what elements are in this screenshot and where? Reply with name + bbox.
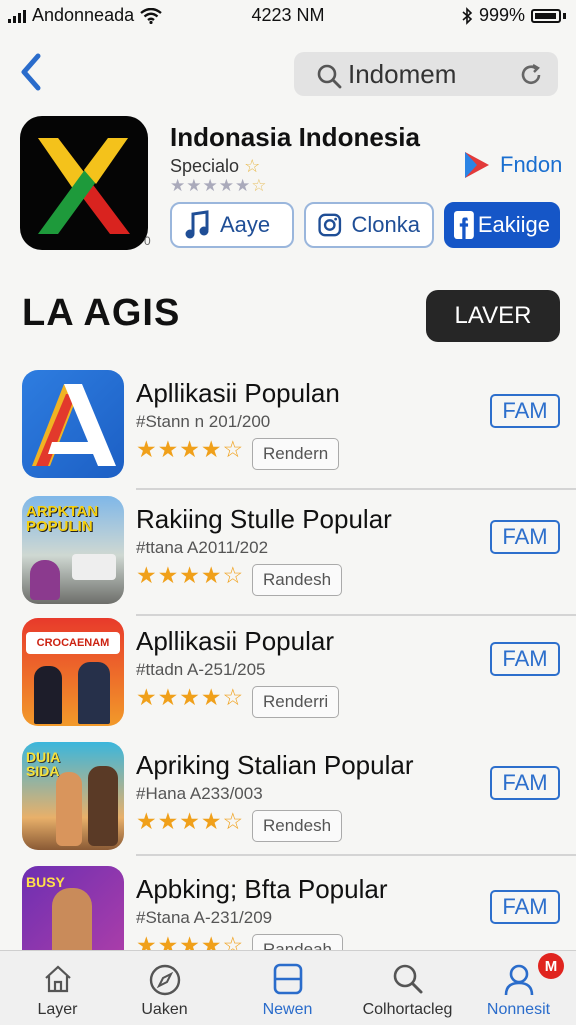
instagram-icon [318, 213, 342, 237]
search-field[interactable]: Indomem [294, 52, 558, 96]
thumbnail-text: ARPKTAN POPULIN [26, 503, 99, 535]
refresh-icon[interactable] [518, 62, 544, 88]
app-logo-icon[interactable] [20, 116, 148, 250]
aaye-button[interactable]: Aaye [170, 202, 294, 248]
search-text: Indomem [348, 59, 457, 89]
app-version: 0 [144, 234, 151, 248]
fam-button[interactable]: FAM [490, 766, 560, 800]
rating-stars: ★★★★☆ [136, 684, 245, 710]
eakiige-button[interactable]: Eakiige [444, 202, 560, 248]
thumbnail-text: CROCAENAM [26, 632, 120, 654]
list-item[interactable]: Apllikasii Populan #Stann n 201/200 ★★★★… [0, 368, 576, 488]
item-title: Apllikasii Popular [136, 626, 334, 656]
status-bar: Andonneada 4223 NM 999% [0, 0, 576, 30]
battery-icon [531, 8, 561, 23]
item-tag[interactable]: Rendern [252, 438, 340, 470]
person-icon [504, 964, 533, 996]
tab-newen[interactable]: Newen [230, 951, 345, 1025]
item-meta: #Stann n 201/200 [136, 412, 271, 431]
tab-bar: Layer Uaken Newen Colhortacleg M Nonnesi… [0, 950, 576, 1025]
rating-stars: ★★★★☆ [136, 562, 245, 588]
item-meta: #ttana A2011/202 [136, 538, 269, 557]
search-icon [317, 64, 342, 89]
item-title: Rakiing Stulle Popular [136, 504, 392, 534]
item-tag[interactable]: Renderri [252, 686, 340, 718]
section-header: LA AGIS LAVER [0, 290, 576, 344]
item-meta: #ttadn A-251/205 [136, 660, 266, 679]
fam-button[interactable]: FAM [490, 890, 560, 924]
item-tag[interactable]: Rendesh [252, 810, 343, 842]
clonka-button[interactable]: Clonka [304, 202, 434, 248]
item-meta: #Hana A233/003 [136, 784, 263, 803]
back-button[interactable] [14, 50, 54, 96]
featured-app: 0 Indonasia Indonesia Specialo ☆ ★★★★★☆ … [0, 116, 576, 256]
layers-icon [273, 963, 302, 995]
list-item[interactable]: DUIA SIDA Apriking Stalian Popular #Hana… [0, 740, 576, 860]
app-thumbnail: CROCAENAM [22, 618, 124, 726]
explore-icon [149, 964, 180, 996]
section-title: LA AGIS [22, 292, 181, 334]
rating-stars: ★★★★☆ [136, 436, 245, 462]
tab-colhortacleg[interactable]: Colhortacleg [350, 951, 465, 1025]
item-title: Apbking; Bfta Popular [136, 874, 388, 904]
bluetooth-icon [462, 6, 473, 25]
item-title: Apllikasii Populan [136, 378, 340, 408]
brand-label: Fndon [500, 152, 563, 177]
app-thumbnail: DUIA SIDA [22, 742, 124, 850]
battery-percent: 999% [478, 5, 525, 25]
divider [136, 854, 576, 856]
item-title: Apriking Stalian Popular [136, 750, 414, 780]
divider [136, 488, 576, 490]
item-tag[interactable]: Randesh [252, 564, 343, 596]
fam-button[interactable]: FAM [490, 520, 560, 554]
app-thumbnail: ARPKTAN POPULIN [22, 496, 124, 604]
app-subtitle: Specialo ☆ [170, 156, 261, 176]
item-meta: #Stana A-231/209 [136, 908, 273, 927]
chevron-left-icon [21, 53, 41, 91]
fam-button[interactable]: FAM [490, 642, 560, 676]
rating-stars: ★★★★☆ [136, 808, 245, 834]
notification-badge: M [538, 953, 564, 979]
list-item[interactable]: ARPKTAN POPULIN Rakiing Stulle Popular #… [0, 494, 576, 614]
search-icon [393, 964, 422, 994]
house-icon [44, 965, 71, 993]
app-rating-stars: ★★★★★☆ [170, 176, 268, 195]
top-bar: Indomem [0, 50, 576, 100]
app-title: Indonasia Indonesia [170, 122, 420, 152]
tab-uaken[interactable]: Uaken [107, 951, 222, 1025]
laver-button[interactable]: LAVER [426, 290, 560, 342]
brand-play-icon [465, 152, 489, 178]
music-note-icon [185, 210, 209, 239]
facebook-icon [454, 210, 474, 240]
tab-nonnesit[interactable]: M Nonnesit [461, 951, 576, 1025]
brand-link[interactable]: Fndon [462, 150, 562, 180]
app-thumbnail [22, 370, 124, 478]
tab-layer[interactable]: Layer [0, 951, 115, 1025]
thumbnail-text: BUSY [26, 874, 65, 890]
fam-button[interactable]: FAM [490, 394, 560, 428]
list-item[interactable]: CROCAENAM Apllikasii Popular #ttadn A-25… [0, 616, 576, 736]
